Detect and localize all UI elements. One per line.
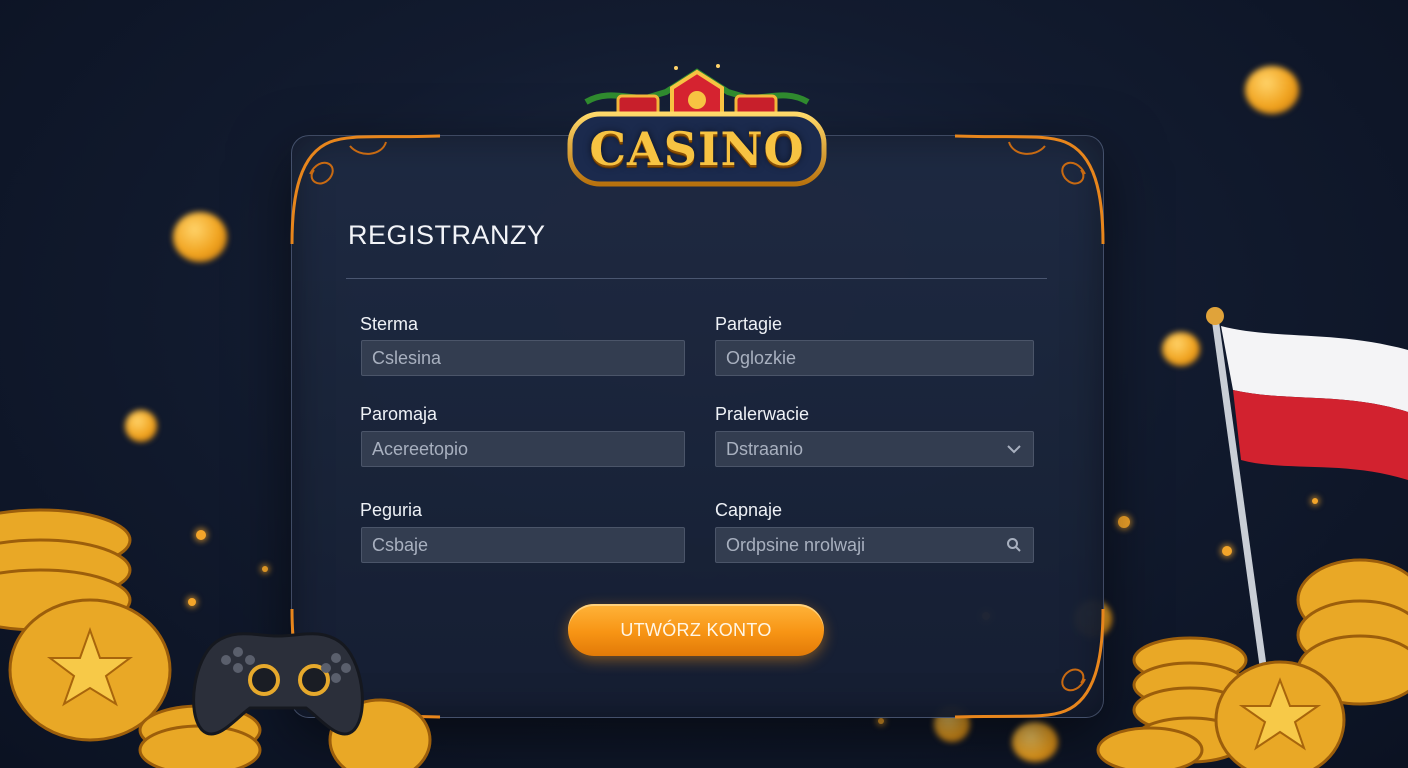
field-label: Pralerwacie [715, 404, 810, 424]
title-divider [346, 278, 1047, 279]
field-label: Paromaja [360, 404, 438, 424]
chevron-down-icon[interactable] [1005, 440, 1023, 458]
search-input[interactable]: Ordpsine nrolwaji [715, 527, 1034, 563]
gold-coins-right [1090, 540, 1408, 768]
spark [1118, 516, 1130, 528]
search-icon[interactable] [1005, 536, 1023, 554]
bokeh-coin [173, 212, 227, 262]
input-value: Acereetopio [372, 438, 469, 459]
create-account-button[interactable]: UTWÓRZ KONTO [568, 604, 824, 656]
input-value: Cslesina [372, 347, 442, 368]
select-value: Dstraanio [726, 438, 804, 459]
gamepad-icon [186, 622, 370, 742]
text-input[interactable]: Acereetopio [361, 431, 685, 467]
bokeh-coin [125, 410, 157, 442]
field-label: Partagie [715, 314, 783, 334]
text-input[interactable]: Cslesina [361, 340, 685, 376]
page-title: REGISTRANZY [348, 220, 546, 250]
field-label: Capnaje [715, 500, 783, 520]
ornament-top-right [945, 134, 1105, 254]
input-value: Oglozkie [726, 347, 797, 368]
input-value: Ordpsine nrolwaji [726, 534, 866, 555]
text-input[interactable]: Oglozkie [715, 340, 1034, 376]
bokeh-coin [1012, 722, 1058, 762]
bokeh-coin [1245, 66, 1299, 114]
select-dropdown[interactable]: Dstraanio [715, 431, 1034, 467]
logo-text: CASINO [589, 122, 805, 176]
ornament-bottom-right [945, 599, 1105, 719]
casino-logo: CASINO [566, 62, 828, 192]
spark [878, 718, 884, 724]
field-label: Sterma [360, 314, 419, 334]
